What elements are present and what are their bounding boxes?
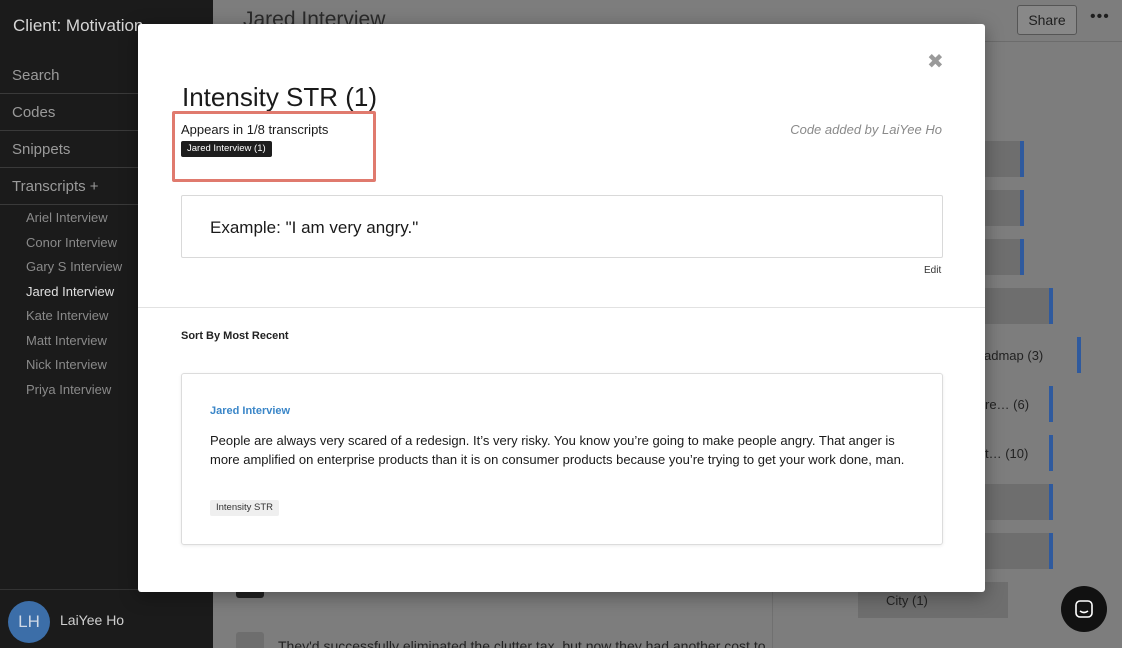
- code-detail-modal: ✖ Intensity STR (1) Appears in 1/8 trans…: [138, 24, 985, 592]
- avatar[interactable]: LH: [8, 601, 50, 643]
- sort-dropdown[interactable]: Sort By Most Recent: [181, 330, 289, 342]
- highlight-box: [172, 111, 376, 182]
- chat-icon: [1075, 600, 1093, 618]
- code-title: Intensity STR (1): [182, 82, 378, 112]
- code-bar-accent: [1020, 141, 1024, 177]
- transcript-item-priya[interactable]: Priya Interview: [26, 382, 122, 407]
- code-bar-accent: [1049, 484, 1053, 520]
- code-bar-label: re… (6): [985, 397, 1030, 412]
- code-bar-label: City (1): [886, 593, 928, 608]
- transcript-line: They'd successfully eliminated the clutt…: [278, 638, 766, 648]
- transcript-list: Ariel Interview Conor Interview Gary S I…: [26, 210, 122, 406]
- code-description-box: Example: "I am very angry.": [181, 195, 943, 258]
- transcript-item-conor[interactable]: Conor Interview: [26, 235, 122, 260]
- snippet-card: Jared Interview People are always very s…: [181, 373, 943, 545]
- code-description: Example: "I am very angry.": [210, 218, 419, 237]
- code-bar-accent: [1020, 190, 1024, 226]
- more-icon[interactable]: •••: [1090, 8, 1110, 26]
- code-bar-accent: [1020, 239, 1024, 275]
- snippet-source-link[interactable]: Jared Interview: [210, 405, 290, 417]
- share-button[interactable]: Share: [1017, 5, 1077, 35]
- code-bar-label: admap (3): [984, 348, 1044, 363]
- transcript-item-ariel[interactable]: Ariel Interview: [26, 210, 122, 235]
- divider: [138, 307, 985, 308]
- code-bar-accent: [1077, 337, 1081, 373]
- sidebar-item-transcripts[interactable]: Transcripts +: [0, 168, 138, 205]
- code-bar-accent: [1049, 386, 1053, 422]
- code-bar-accent: [1049, 288, 1053, 324]
- transcript-item-nick[interactable]: Nick Interview: [26, 357, 122, 382]
- snippet-text: People are always very scared of a redes…: [210, 433, 905, 467]
- user-footer: LH LaiYee Ho: [0, 589, 213, 648]
- edit-button[interactable]: Edit: [924, 265, 941, 276]
- snippet-checkbox[interactable]: [236, 632, 264, 648]
- sidebar-item-search[interactable]: Search: [0, 57, 138, 94]
- snippet-tag[interactable]: Intensity STR: [210, 500, 280, 516]
- transcript-item-kate[interactable]: Kate Interview: [26, 308, 122, 333]
- code-bar-accent: [1049, 435, 1053, 471]
- transcript-item-jared[interactable]: Jared Interview: [26, 284, 122, 309]
- sidebar-item-snippets[interactable]: Snippets: [0, 131, 138, 168]
- code-bar-accent: [1049, 533, 1053, 569]
- transcript-item-matt[interactable]: Matt Interview: [26, 333, 122, 358]
- client-name[interactable]: Client: Motivation: [13, 16, 143, 36]
- added-by-text: Code added by LaiYee Ho: [790, 122, 942, 137]
- sidebar-item-codes[interactable]: Codes: [0, 94, 138, 131]
- chat-button[interactable]: [1061, 586, 1107, 632]
- user-name[interactable]: LaiYee Ho: [60, 612, 124, 628]
- code-bar-label: t… (10): [985, 446, 1029, 461]
- transcript-item-gary[interactable]: Gary S Interview: [26, 259, 122, 284]
- close-icon[interactable]: ✖: [927, 49, 944, 74]
